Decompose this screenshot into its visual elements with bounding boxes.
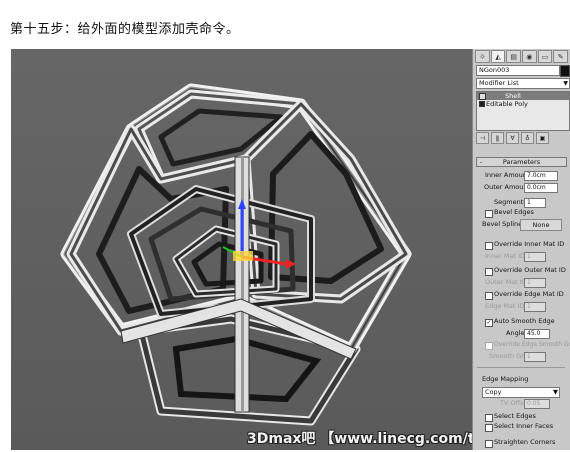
dodecahedron-shell-model [11, 49, 472, 450]
override-outer-mat-checkbox[interactable] [485, 268, 493, 276]
inner-amount-spinner[interactable]: 7.0cm [524, 171, 558, 181]
edge-mapping-value: Copy [485, 388, 502, 396]
override-outer-mat-label: Override Outer Mat ID [494, 266, 566, 274]
modifier-list-label: Modifier List [479, 79, 519, 87]
auto-smooth-edge-checkbox[interactable]: ✓ [485, 319, 493, 327]
remove-modifier-icon[interactable]: ♁ [521, 132, 534, 144]
stack-item-label: Editable Poly [486, 100, 528, 108]
object-name-field[interactable]: NGon003 [476, 65, 560, 76]
edge-mat-id-label: Edge Mat ID: [485, 302, 527, 310]
bevel-spline-button[interactable]: None [520, 219, 562, 231]
edge-mapping-dropdown[interactable]: Copy ▼ [482, 387, 560, 398]
straighten-corners-label: Straighten Corners [494, 438, 556, 446]
front-strut [234, 156, 250, 413]
edge-mapping-label: Edge Mapping [482, 375, 529, 383]
bevel-edges-label: Bevel Edges [494, 208, 534, 216]
stack-item-shell[interactable]: Shell [477, 92, 569, 100]
override-edge-smooth-checkbox[interactable] [485, 342, 493, 350]
divider [477, 367, 565, 368]
tv-offset-spinner[interactable]: 0.05 [524, 399, 550, 409]
lightbulb-icon[interactable] [479, 92, 486, 100]
display-tab-icon[interactable]: ▭ [537, 50, 553, 63]
modifier-list-dropdown[interactable]: Modifier List ▼ [476, 78, 570, 89]
pin-stack-icon[interactable]: ⊣ [476, 132, 489, 144]
command-panel: ☼ ◭ ▤ ◉ ▭ ✎ NGon003 Modifier List ▼ Shel… [472, 49, 570, 450]
override-inner-mat-checkbox[interactable] [485, 242, 493, 250]
motion-tab-icon[interactable]: ◉ [522, 50, 537, 63]
stack-item-label: Shell [505, 92, 521, 100]
expand-icon[interactable] [479, 101, 485, 107]
parameters-title: Parameters [502, 158, 541, 166]
create-tab-icon[interactable]: ☼ [475, 50, 490, 63]
select-edges-label: Select Edges [494, 412, 536, 420]
outer-mat-id-label: Outer Mat ID: [485, 278, 529, 286]
select-inner-faces-label: Select Inner Faces [494, 422, 554, 430]
modify-tab-icon[interactable]: ◭ [490, 50, 506, 63]
outer-mat-id-spinner[interactable]: 1 [524, 278, 546, 288]
chevron-down-icon: ▼ [553, 388, 558, 396]
chevron-down-icon: ▼ [563, 80, 568, 87]
segments-spinner[interactable]: 1 [524, 198, 546, 208]
select-edges-checkbox[interactable] [485, 414, 493, 422]
make-unique-icon[interactable]: ∀ [506, 132, 519, 144]
override-edge-mat-checkbox[interactable] [485, 292, 493, 300]
configure-sets-icon[interactable]: ▣ [536, 132, 549, 144]
watermark-text: 3Dmax吧 【www.linecg.com/tieba/1771】 [247, 431, 472, 447]
edge-mat-id-spinner[interactable]: 1 [524, 302, 546, 312]
perspective-viewport[interactable]: 3Dmax吧 【www.linecg.com/tieba/1771】 [11, 49, 472, 450]
select-inner-faces-checkbox[interactable] [485, 424, 493, 432]
auto-smooth-edge-label: Auto Smooth Edge [494, 317, 555, 325]
inner-mat-id-label: Inner Mat ID: [485, 252, 528, 260]
smooth-grp-spinner[interactable]: 1 [524, 352, 546, 362]
override-edge-mat-label: Override Edge Mat ID [494, 290, 564, 298]
inner-mat-id-spinner[interactable]: 1 [524, 252, 546, 262]
3dsmax-window: 3Dmax吧 【www.linecg.com/tieba/1771】 ☼ ◭ ▤… [11, 49, 570, 450]
modifier-stack: Shell Editable Poly [476, 91, 570, 131]
utilities-tab-icon[interactable]: ✎ [553, 50, 569, 63]
straighten-corners-checkbox[interactable] [485, 440, 493, 448]
parameters-rollout-header[interactable]: - Parameters [476, 157, 567, 167]
stack-item-editable-poly[interactable]: Editable Poly [477, 100, 569, 108]
stack-toolbar: ⊣ ǁ ∀ ♁ ▣ [476, 132, 568, 144]
bevel-spline-label: Bevel Spline: [482, 220, 525, 228]
override-inner-mat-label: Override Inner Mat ID [494, 240, 565, 248]
show-end-result-icon[interactable]: ǁ [491, 132, 504, 144]
bevel-edges-checkbox[interactable] [485, 210, 493, 218]
outer-amount-spinner[interactable]: 0.0cm [524, 183, 558, 193]
step-caption: 第十五步：给外面的模型添加壳命令。 [10, 22, 240, 37]
object-color-swatch[interactable] [560, 65, 570, 77]
hierarchy-tab-icon[interactable]: ▤ [506, 50, 522, 63]
command-panel-tabs: ☼ ◭ ▤ ◉ ▭ ✎ [475, 50, 569, 63]
override-edge-smooth-label: Override Edge Smooth Grp [494, 341, 570, 348]
angle-spinner[interactable]: 45.0 [524, 329, 550, 339]
